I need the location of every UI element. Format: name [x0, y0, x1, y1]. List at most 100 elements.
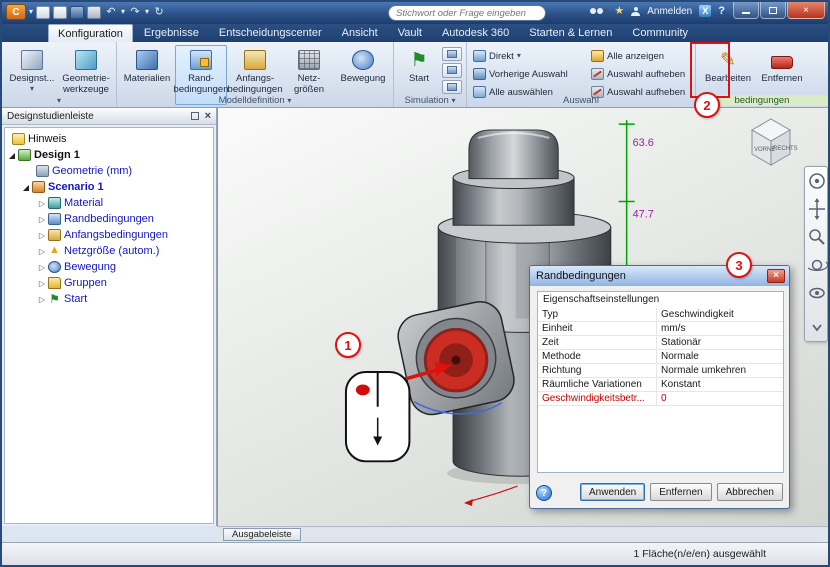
dialog-close-button[interactable]: × [767, 269, 785, 283]
boundary-conditions-dialog[interactable]: Randbedingungen × Eigenschaftseinstellun… [529, 265, 790, 509]
collapsed-caret-icon[interactable]: ▷ [37, 231, 47, 240]
tree-item-randbedingungen[interactable]: ▷ Randbedingungen [5, 211, 213, 227]
steering-wheel-icon[interactable] [809, 173, 825, 189]
search-box[interactable] [388, 5, 546, 21]
search-caret-icon[interactable]: ▾ [603, 7, 607, 15]
ribbon-group-design-study: Designst... ▾ Geometrie- werkzeuge ▾ [2, 42, 117, 107]
expanded-caret-icon[interactable]: ◢ [21, 183, 31, 192]
tree-item-netzgroesse[interactable]: ▷ ▲ Netzgröße (autom.) [5, 243, 213, 259]
design-study-icon [21, 50, 43, 70]
tab-ansicht[interactable]: Ansicht [333, 24, 387, 42]
selected-face[interactable] [423, 327, 489, 393]
collapsed-caret-icon[interactable]: ▷ [37, 215, 47, 224]
table-row[interactable]: Räumliche Variationen Konstant [538, 378, 783, 392]
initial-conditions-icon [244, 50, 266, 70]
save-icon[interactable] [70, 5, 85, 19]
tree-item-material[interactable]: ▷ Material [5, 195, 213, 211]
cancel-button[interactable]: Abbrechen [716, 483, 783, 501]
tab-vault[interactable]: Vault [389, 24, 431, 42]
close-button[interactable]: × [787, 2, 825, 19]
collapsed-caret-icon[interactable]: ▷ [37, 279, 47, 288]
tree-item-gruppen[interactable]: ▷ Gruppen [5, 275, 213, 291]
group-label-model-definition[interactable]: Modelldefinition ▾ [117, 95, 393, 106]
undo-icon[interactable]: ↶ [104, 6, 118, 19]
initial-condition-icon [48, 229, 61, 241]
refresh-icon[interactable]: ↻ [152, 6, 166, 19]
tab-autodesk-360[interactable]: Autodesk 360 [433, 24, 518, 42]
favorites-star-icon[interactable]: ★ [614, 5, 624, 17]
minimize-icon [742, 12, 750, 14]
zoom-icon[interactable] [809, 229, 825, 245]
maximize-button[interactable] [760, 2, 786, 19]
user-icon[interactable] [631, 6, 641, 16]
tree-item-start[interactable]: ▷ ⚑ Start [5, 291, 213, 307]
table-row[interactable]: Typ Geschwindigkeit [538, 308, 783, 322]
tree-item-hinweis[interactable]: Hinweis [5, 131, 213, 147]
design-study-caret-icon[interactable]: ▾ [30, 84, 34, 93]
open-icon[interactable] [53, 5, 68, 19]
collapsed-caret-icon[interactable]: ▷ [37, 263, 47, 272]
collapsed-caret-icon[interactable]: ▷ [37, 295, 47, 304]
sign-in-label[interactable]: Anmelden [647, 6, 692, 17]
property-group-title: Eigenschaftseinstellungen [543, 294, 660, 305]
expanded-caret-icon[interactable]: ◢ [7, 151, 17, 160]
show-all-button[interactable]: Alle anzeigen [589, 47, 691, 65]
pan-icon[interactable] [809, 198, 825, 220]
tab-ergebnisse[interactable]: Ergebnisse [135, 24, 208, 42]
grid-icon[interactable] [442, 47, 462, 62]
look-at-icon[interactable] [809, 287, 825, 299]
app-menu-button[interactable]: C [6, 4, 26, 20]
tree-item-geometrie[interactable]: Geometrie (mm) [5, 163, 213, 179]
tree-item-anfangsbedingungen[interactable]: ▷ Anfangsbedingungen [5, 227, 213, 243]
table-row-highlighted[interactable]: Geschwindigkeitsbetr... 0 [538, 392, 783, 406]
view-cube[interactable]: VORNE RECHTS [740, 112, 802, 172]
search-binoculars-icon[interactable] [590, 8, 597, 14]
navbar-more-icon[interactable] [812, 324, 822, 332]
previous-selection-button[interactable]: Vorherige Auswahl [471, 65, 587, 83]
table-row[interactable]: Methode Normale [538, 350, 783, 364]
envelope-icon[interactable] [442, 63, 462, 78]
orbit-icon[interactable] [807, 259, 828, 272]
groups-folder-icon [48, 277, 61, 289]
table-row[interactable]: Zeit Stationär [538, 336, 783, 350]
pin-icon[interactable] [190, 112, 199, 120]
search-input[interactable] [396, 7, 538, 19]
panel-header: Designstudienleiste × [2, 108, 216, 125]
table-row[interactable]: Richtung Normale umkehren [538, 364, 783, 378]
direct-selection-button[interactable]: Direkt ▾ [471, 47, 587, 65]
tree-item-scenario-1[interactable]: ◢ Scenario 1 [5, 179, 213, 195]
tab-konfiguration[interactable]: Konfiguration [48, 24, 133, 42]
output-bar-button[interactable]: Ausgabeleiste [223, 528, 301, 541]
new-document-icon[interactable] [36, 5, 51, 19]
app-menu-caret-icon[interactable]: ▾ [29, 8, 33, 16]
property-settings-group: Eigenschaftseinstellungen Typ Geschwindig… [537, 291, 784, 473]
exchange-apps-icon[interactable]: X [699, 5, 712, 17]
window-controls: × [733, 2, 825, 19]
dialog-help-button[interactable]: ? [536, 485, 552, 501]
collapsed-caret-icon[interactable]: ▷ [37, 247, 47, 256]
collapsed-caret-icon[interactable]: ▷ [37, 199, 47, 208]
undo-caret-icon[interactable]: ▾ [121, 8, 125, 16]
tab-entscheidungscenter[interactable]: Entscheidungscenter [210, 24, 331, 42]
list-icon[interactable] [442, 79, 462, 94]
tree-item-design-1[interactable]: ◢ Design 1 [5, 147, 213, 163]
help-icon[interactable]: ? [718, 5, 725, 17]
deselect-button[interactable]: Auswahl aufheben [589, 65, 691, 83]
viewcube-right-label[interactable]: RECHTS [773, 146, 798, 152]
tab-starten-lernen[interactable]: Starten & Lernen [520, 24, 621, 42]
help-question-icon: ? [540, 487, 548, 499]
group-label-simulation[interactable]: Simulation ▾ [394, 95, 466, 106]
boundary-condition-icon [48, 213, 61, 225]
panel-close-icon[interactable]: × [205, 110, 211, 122]
remove-condition-button[interactable]: Entfernen [650, 483, 712, 501]
tree-item-bewegung[interactable]: ▷ Bewegung [5, 259, 213, 275]
print-icon[interactable] [87, 5, 102, 19]
redo-icon[interactable]: ↷ [128, 6, 142, 19]
redo-caret-icon[interactable]: ▾ [145, 8, 149, 16]
tab-community[interactable]: Community [623, 24, 697, 42]
app-logo: C [12, 6, 20, 18]
group-flyout-caret[interactable]: ▾ [2, 95, 116, 106]
minimize-button[interactable] [733, 2, 759, 19]
apply-button[interactable]: Anwenden [579, 483, 646, 501]
table-row[interactable]: Einheit mm/s [538, 322, 783, 336]
